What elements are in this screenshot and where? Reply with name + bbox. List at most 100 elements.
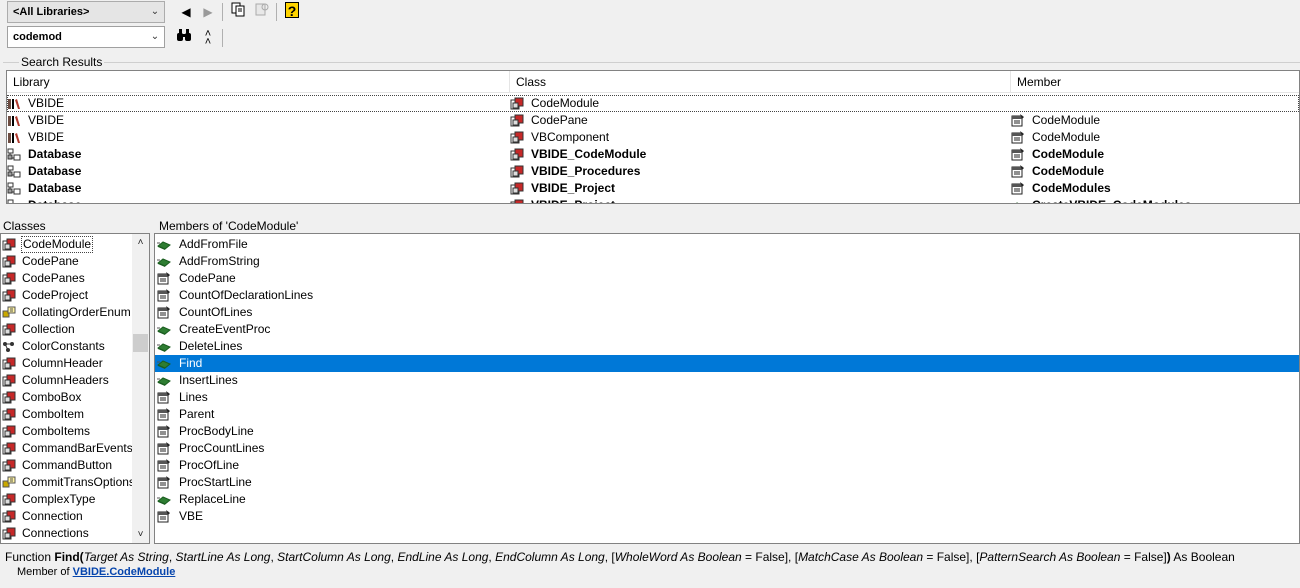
hide-search-results-button[interactable]: ˄ ˄ — [198, 27, 218, 48]
member-item[interactable]: DeleteLines — [155, 338, 1299, 355]
param-name: EndColumn — [495, 550, 558, 564]
class-item[interactable]: Connections — [1, 525, 133, 542]
class-icon — [2, 425, 16, 438]
param-name: StartLine — [175, 550, 224, 564]
column-header-class[interactable]: Class — [510, 71, 1011, 93]
column-header-library[interactable]: Library — [7, 71, 510, 93]
class-item[interactable]: Collection — [1, 321, 133, 338]
library-link[interactable]: VBIDE — [73, 566, 107, 578]
class-item[interactable]: ColorConstants — [1, 338, 133, 355]
class-item[interactable]: ComboItem — [1, 406, 133, 423]
member-item-label: Parent — [179, 407, 215, 421]
param-name: Target — [83, 550, 118, 564]
param-name: MatchCase — [798, 550, 859, 564]
member-item-label: Find — [179, 356, 203, 370]
class-icon — [2, 374, 16, 387]
class-item[interactable]: CommandBarEvents — [1, 440, 133, 457]
method-icon — [157, 374, 171, 387]
class-item[interactable]: ComboItems — [1, 423, 133, 440]
member-item[interactable]: Lines — [155, 389, 1299, 406]
param-type: As Boolean — [858, 550, 924, 564]
search-button[interactable] — [174, 27, 194, 47]
search-result-row[interactable]: Database VBIDE_Procedures CodeModule — [7, 163, 1299, 180]
member-item[interactable]: InsertLines — [155, 372, 1299, 389]
member-item[interactable]: CountOfDeclarationLines — [155, 287, 1299, 304]
members-list[interactable]: AddFromFile AddFromString CodePane CountOfD… — [154, 233, 1300, 544]
class-item[interactable]: ComboBox — [1, 389, 133, 406]
member-item-label: ProcCountLines — [179, 441, 265, 455]
member-item[interactable]: Find — [155, 355, 1299, 372]
member-item-label: ProcStartLine — [179, 475, 252, 489]
classes-scrollbar[interactable]: ˄ ˅ — [132, 234, 149, 543]
go-forward-button[interactable]: ▶ — [198, 2, 218, 22]
member-item[interactable]: ProcOfLine — [155, 457, 1299, 474]
module-icon — [2, 340, 16, 353]
property-icon — [157, 459, 171, 472]
property-icon — [157, 272, 171, 285]
project-icon — [7, 199, 21, 203]
member-item[interactable]: CreateEventProc — [155, 321, 1299, 338]
member-item-label: CreateEventProc — [179, 322, 271, 336]
scroll-down-icon[interactable]: ˅ — [132, 526, 149, 543]
member-item[interactable]: Parent — [155, 406, 1299, 423]
back-arrow-icon: ◀ — [181, 5, 191, 19]
search-result-row[interactable]: VBIDE VBComponent CodeModule — [7, 129, 1299, 146]
member-item[interactable]: ReplaceLine — [155, 491, 1299, 508]
scroll-up-icon[interactable]: ˄ — [132, 234, 149, 251]
go-back-button[interactable]: ◀ — [176, 2, 196, 22]
member-item-label: CountOfLines — [179, 305, 253, 319]
class-item[interactable]: CodePanes — [1, 270, 133, 287]
member-item[interactable]: ProcStartLine — [155, 474, 1299, 491]
members-title: Members of 'CodeModule' — [159, 219, 299, 233]
param-type: As Long — [557, 550, 605, 564]
toolbar-separator — [276, 3, 277, 21]
member-item-label: ProcOfLine — [179, 458, 240, 472]
classes-list[interactable]: CodeModule CodePane CodePanes CodeProject Co… — [0, 233, 150, 544]
search-result-row[interactable]: Database VBIDE_Project CreateVBIDE_CodeMod… — [7, 197, 1299, 203]
search-combo[interactable]: codemod ⌄ — [7, 26, 165, 48]
class-item[interactable]: CollatingOrderEnum — [1, 304, 133, 321]
class-item-label: Connection — [22, 509, 83, 523]
horizontal-splitter[interactable] — [0, 210, 1300, 214]
view-definition-button[interactable] — [252, 1, 272, 21]
class-icon — [2, 357, 16, 370]
project-icon — [7, 148, 21, 161]
search-result-row[interactable]: Database VBIDE_CodeModule CodeModule — [7, 146, 1299, 163]
param-separator: , — [788, 550, 795, 564]
search-result-row[interactable]: Database VBIDE_Project CodeModules — [7, 180, 1299, 197]
member-item[interactable]: CodePane — [155, 270, 1299, 287]
class-item[interactable]: ComplexType — [1, 491, 133, 508]
class-item[interactable]: ColumnHeader — [1, 355, 133, 372]
scrollbar-thumb[interactable] — [133, 334, 148, 352]
class-item[interactable]: CommandButton — [1, 457, 133, 474]
class-link[interactable]: CodeModule — [109, 566, 175, 578]
member-item[interactable]: VBE — [155, 508, 1299, 525]
class-item[interactable]: Connection — [1, 508, 133, 525]
member-item[interactable]: AddFromString — [155, 253, 1299, 270]
result-library: VBIDE — [28, 130, 65, 144]
member-item-label: Lines — [179, 390, 208, 404]
copy-to-clipboard-button[interactable] — [228, 1, 248, 21]
member-item[interactable]: ProcCountLines — [155, 440, 1299, 457]
class-item[interactable]: CodeProject — [1, 287, 133, 304]
search-result-row[interactable]: VBIDE CodePane CodeModule — [7, 112, 1299, 129]
class-item[interactable]: CodePane — [1, 253, 133, 270]
column-header-member[interactable]: Member — [1011, 71, 1299, 93]
class-item[interactable]: ColumnHeaders — [1, 372, 133, 389]
member-item[interactable]: ProcBodyLine — [155, 423, 1299, 440]
class-item[interactable]: CommitTransOptionsEnum — [1, 474, 133, 491]
search-results-list[interactable]: Library Class Member VBIDE CodeModule VBID… — [6, 70, 1300, 204]
class-item-label: CodePanes — [22, 271, 85, 285]
member-item[interactable]: CountOfLines — [155, 304, 1299, 321]
search-result-row[interactable]: VBIDE CodeModule — [7, 95, 1299, 112]
result-class: VBIDE_CodeModule — [531, 147, 647, 161]
param-type: As Long — [441, 550, 489, 564]
result-member: CodeModule — [1032, 130, 1101, 144]
class-item[interactable]: CodeModule — [1, 236, 133, 253]
library-icon — [7, 131, 21, 144]
search-results-label: Search Results — [19, 55, 105, 69]
enum-icon — [2, 476, 16, 489]
help-button[interactable]: ? — [282, 1, 302, 21]
member-item[interactable]: AddFromFile — [155, 236, 1299, 253]
library-combo[interactable]: <All Libraries> ⌄ — [7, 1, 165, 23]
